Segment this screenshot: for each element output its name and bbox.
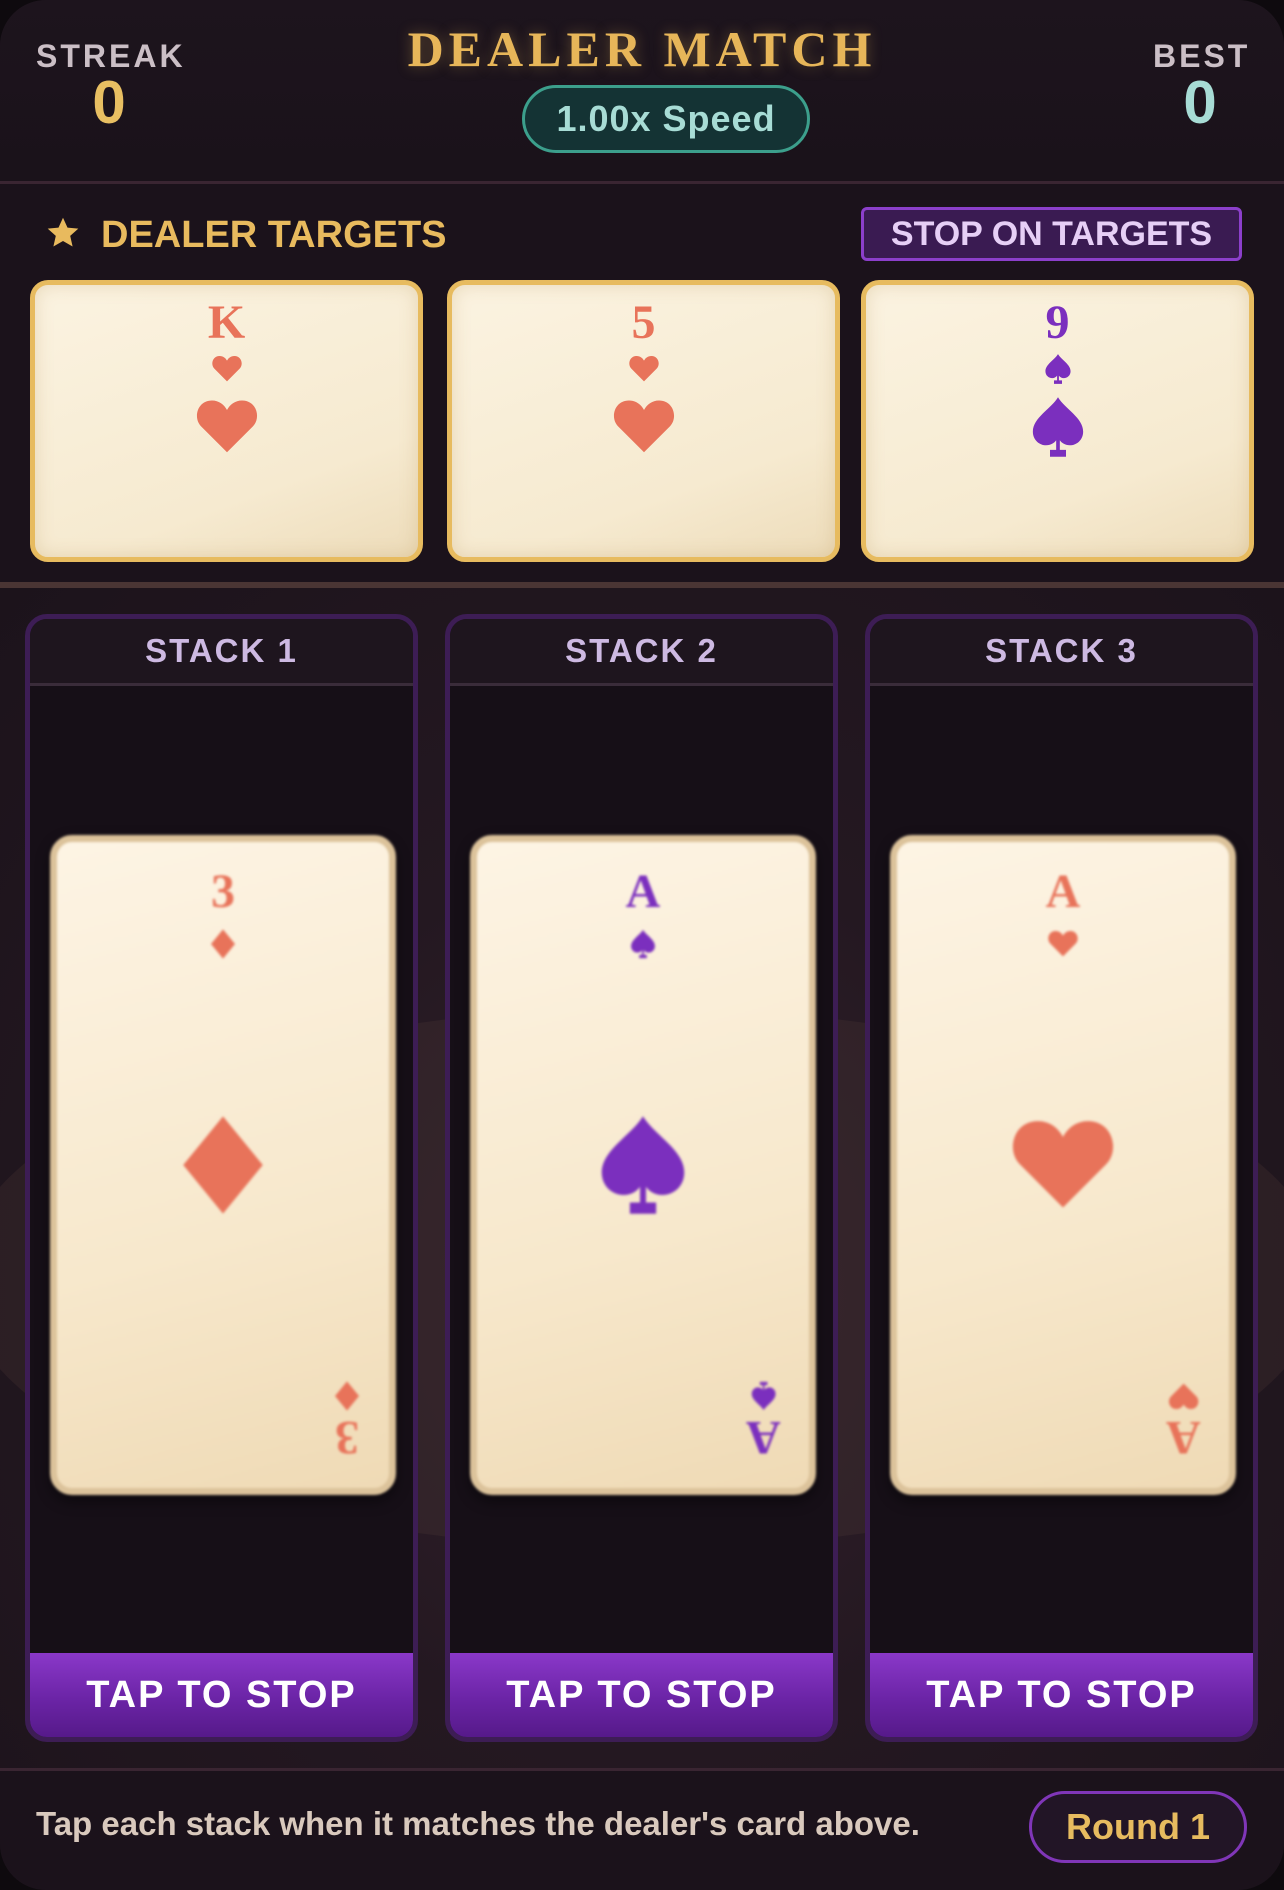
best-value: 0: [1183, 69, 1217, 136]
tap-to-stop-button[interactable]: TAP TO STOP: [450, 1653, 833, 1737]
card-corner-rank: 3: [335, 1411, 359, 1464]
targets-title: DEALER TARGETS: [101, 214, 447, 256]
game-title: DEALER MATCH: [407, 21, 877, 77]
spade-icon: [630, 928, 656, 965]
diamond-icon: [175, 1112, 271, 1223]
spade-icon: [1044, 353, 1072, 390]
stack-card: A A: [890, 835, 1236, 1495]
stop-on-targets-button[interactable]: STOP ON TARGETS: [861, 207, 1242, 261]
spade-icon: [751, 1376, 777, 1411]
stack-card: 3 3: [50, 835, 396, 1495]
heart-icon: [1047, 928, 1079, 963]
stack-3[interactable]: STACK 3 A A TAP TO STOP: [865, 614, 1258, 1742]
heart-icon: [1008, 1112, 1118, 1217]
target-card-3: 9: [861, 280, 1254, 562]
card-corner-rank: A: [746, 1411, 781, 1464]
target-card-rank: 9: [1045, 296, 1070, 349]
targets-heading: DEALER TARGETS: [45, 214, 447, 257]
heart-icon: [211, 353, 243, 388]
round-badge: Round 1: [1029, 1791, 1247, 1863]
game-screen: STREAK 0 DEALER MATCH 1.00x Speed BEST 0…: [0, 0, 1284, 1890]
stack-1[interactable]: STACK 1 3 3 TAP TO STOP: [25, 614, 418, 1742]
stack-2[interactable]: STACK 2 A A TAP TO STOP: [445, 614, 838, 1742]
diamond-icon: [209, 928, 237, 965]
heart-icon: [194, 395, 260, 460]
card-corner: A: [1166, 1377, 1201, 1464]
target-card-rank: K: [207, 296, 246, 349]
spade-icon: [1030, 395, 1086, 464]
footer-bar: Tap each stack when it matches the deale…: [0, 1768, 1284, 1890]
instruction-text: Tap each stack when it matches the deale…: [36, 1805, 920, 1842]
stack-label: STACK 2: [450, 619, 833, 686]
heart-icon: [628, 353, 660, 388]
header-bar: STREAK 0 DEALER MATCH 1.00x Speed BEST 0: [0, 0, 1284, 184]
card-rank: A: [1045, 865, 1081, 918]
target-card-rank: 5: [631, 296, 656, 349]
tap-to-stop-button[interactable]: TAP TO STOP: [30, 1653, 413, 1737]
card-corner: A: [746, 1375, 781, 1464]
spade-icon: [598, 1112, 688, 1223]
dealer-targets-panel: DEALER TARGETS STOP ON TARGETS K 5 9: [0, 184, 1284, 582]
heart-icon: [1168, 1378, 1200, 1409]
heart-icon: [611, 395, 677, 460]
card-rank: A: [625, 865, 661, 918]
streak-value: 0: [92, 69, 126, 136]
target-card-1: K: [30, 280, 423, 562]
stack-card: A A: [470, 835, 816, 1495]
card-corner-rank: A: [1166, 1411, 1201, 1464]
target-card-2: 5: [447, 280, 840, 562]
stack-label: STACK 1: [30, 619, 413, 686]
card-corner: 3: [333, 1375, 361, 1464]
card-rank: 3: [211, 865, 235, 918]
diamond-icon: [333, 1376, 361, 1411]
stack-label: STACK 3: [870, 619, 1253, 686]
star-icon: [45, 215, 81, 256]
tap-to-stop-button[interactable]: TAP TO STOP: [870, 1653, 1253, 1737]
speed-indicator[interactable]: 1.00x Speed: [522, 85, 810, 153]
